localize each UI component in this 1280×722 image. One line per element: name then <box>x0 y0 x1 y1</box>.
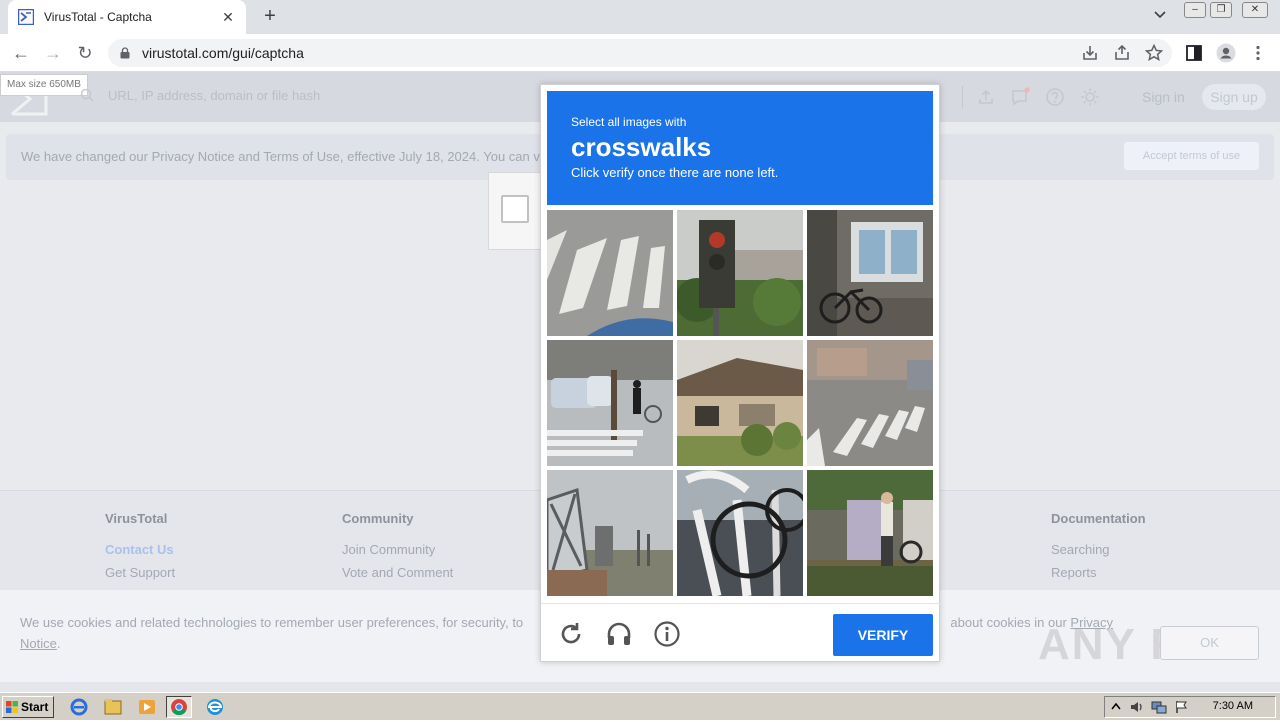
minimize-window-button[interactable]: – <box>1184 2 1206 18</box>
upload-icon[interactable] <box>976 87 996 107</box>
accept-terms-button[interactable]: Accept terms of use <box>1124 142 1259 170</box>
browser-tab[interactable]: VirusTotal - Captcha ✕ <box>8 0 246 34</box>
captcha-checkbox[interactable] <box>501 195 529 223</box>
browser-toolbar: ← → ↻ virustotal.com/gui/captcha <box>0 34 1280 72</box>
vote-comment-link[interactable]: Vote and Comment <box>342 565 453 580</box>
captcha-tile-2-traffic-light[interactable] <box>677 210 803 336</box>
restore-window-button[interactable]: ❐ <box>1210 2 1232 18</box>
address-bar[interactable]: virustotal.com/gui/captcha <box>108 39 1172 67</box>
captcha-subtext: Click verify once there are none left. <box>571 165 779 180</box>
reload-button[interactable]: ↻ <box>72 41 98 65</box>
captcha-tile-8-railing[interactable] <box>677 470 803 596</box>
reports-link[interactable]: Reports <box>1051 565 1146 580</box>
join-community-link[interactable]: Join Community <box>342 542 453 557</box>
volume-icon[interactable] <box>1129 700 1145 714</box>
virustotal-favicon-icon <box>18 9 34 25</box>
action-center-flag-icon[interactable] <box>1175 700 1189 714</box>
file-explorer-icon[interactable] <box>100 696 126 718</box>
captcha-challenge: Select all images with crosswalks Click … <box>540 84 941 663</box>
captcha-tile-9-person-bicycle[interactable] <box>807 470 933 596</box>
max-size-label: Max size 650MB <box>0 74 88 96</box>
url-text: virustotal.com/gui/captcha <box>142 45 304 61</box>
sign-up-button[interactable]: Sign up <box>1202 84 1266 110</box>
tray-expand-icon[interactable] <box>1111 701 1121 713</box>
captcha-footer: VERIFY <box>541 603 941 663</box>
notice-text: We have changed our Privacy Notice and T… <box>21 149 540 164</box>
audio-challenge-headphones-icon[interactable] <box>605 620 633 648</box>
get-support-link[interactable]: Get Support <box>105 565 175 580</box>
footer-column-documentation: Documentation Searching Reports <box>1051 511 1146 588</box>
profile-avatar-icon[interactable] <box>1216 43 1236 63</box>
chrome-taskbar-button[interactable] <box>166 696 192 718</box>
side-panel-icon[interactable] <box>1184 43 1204 63</box>
cookie-text-start: We use cookies and related technologies … <box>20 615 524 630</box>
cookie-ok-button[interactable]: OK <box>1160 626 1259 660</box>
footer-heading: VirusTotal <box>105 511 168 526</box>
captcha-checkbox-card <box>488 172 548 250</box>
install-app-icon[interactable] <box>1080 43 1100 63</box>
back-button[interactable]: ← <box>8 41 34 65</box>
footer-heading: Community <box>342 511 414 526</box>
windows-flag-icon <box>6 701 18 713</box>
captcha-prompt: Select all images with crosswalks Click … <box>547 91 933 205</box>
close-window-button[interactable]: ✕ <box>1242 2 1268 18</box>
captcha-tile-3-bicycle[interactable] <box>807 210 933 336</box>
new-tab-button[interactable]: + <box>258 6 282 28</box>
media-player-icon[interactable] <box>134 696 160 718</box>
sign-in-link[interactable]: Sign in <box>1142 89 1185 105</box>
browser-menu-icon[interactable] <box>1248 43 1268 63</box>
footer-column-virustotal: VirusTotal Contact Us Get Support <box>105 511 175 588</box>
browser-tab-bar: VirusTotal - Captcha ✕ + – ❐ ✕ <box>0 0 1280 34</box>
notice-link[interactable]: Notice <box>20 636 57 651</box>
windows-taskbar: Start 7:30 AM <box>0 692 1280 720</box>
search-input[interactable]: URL, IP address, domain or file hash <box>108 88 320 103</box>
start-label: Start <box>21 700 49 714</box>
contact-us-link[interactable]: Contact Us <box>105 542 175 557</box>
search-icon <box>80 88 94 102</box>
help-icon[interactable] <box>1045 87 1065 107</box>
share-icon[interactable] <box>1112 43 1132 63</box>
system-tray: 7:30 AM <box>1104 696 1276 718</box>
edge-icon[interactable] <box>202 696 228 718</box>
tab-search-chevron-icon[interactable] <box>1150 8 1170 26</box>
header-divider <box>962 86 963 108</box>
tab-close-icon[interactable]: ✕ <box>220 9 236 26</box>
captcha-tile-4-street[interactable] <box>547 340 673 466</box>
captcha-tile-7-bridge[interactable] <box>547 470 673 596</box>
footer-column-community: Community Join Community Vote and Commen… <box>342 511 453 588</box>
cookie-text-end: . <box>56 636 61 651</box>
captcha-tile-6-road-crosswalk[interactable] <box>807 340 933 466</box>
captcha-tile-5-houses[interactable] <box>677 340 803 466</box>
taskbar-clock: 7:30 AM <box>1212 700 1253 712</box>
notifications-icon[interactable] <box>1010 87 1030 107</box>
internet-explorer-icon[interactable] <box>66 696 92 718</box>
chrome-icon <box>171 699 187 716</box>
lock-icon <box>120 47 130 59</box>
refresh-icon[interactable] <box>557 620 585 648</box>
captcha-tile-1-crosswalk[interactable] <box>547 210 673 336</box>
network-icon[interactable] <box>1151 700 1167 714</box>
captcha-target: crosswalks <box>571 132 712 162</box>
info-icon[interactable] <box>653 620 681 648</box>
forward-button[interactable]: → <box>40 41 66 65</box>
tab-title: VirusTotal - Captcha <box>44 10 152 24</box>
start-button[interactable]: Start <box>2 696 54 718</box>
captcha-instruction: Select all images with <box>571 115 687 129</box>
bookmark-star-icon[interactable] <box>1144 43 1164 63</box>
verify-button[interactable]: VERIFY <box>833 614 933 656</box>
theme-sun-icon[interactable] <box>1080 87 1100 107</box>
searching-link[interactable]: Searching <box>1051 542 1146 557</box>
footer-heading: Documentation <box>1051 511 1146 526</box>
